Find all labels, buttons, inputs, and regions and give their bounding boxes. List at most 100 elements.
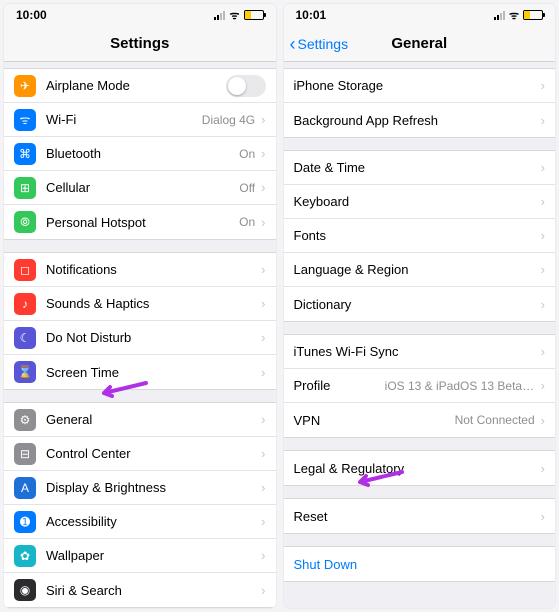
row-label: Wi-Fi [46,112,202,127]
chevron-right-icon: › [261,548,265,563]
row-wallpaper[interactable]: ✿ Wallpaper› [4,539,276,573]
row-reset[interactable]: Reset› [284,499,556,533]
chevron-right-icon: › [541,262,545,277]
row-dictionary[interactable]: Dictionary› [284,287,556,321]
chevron-right-icon: › [541,461,545,476]
row-label: Profile [294,378,385,393]
row-cellular[interactable]: ⊞CellularOff› [4,171,276,205]
sounds-icon: ♪ [14,293,36,315]
wallpaper-icon: ✿ [14,545,36,567]
chevron-right-icon: › [261,146,265,161]
status-time: 10:00 [16,8,47,22]
row-label: Bluetooth [46,146,239,161]
page-title: General [391,35,447,52]
row-airplane-mode[interactable]: ✈ Airplane Mode [4,69,276,103]
row-date-time[interactable]: Date & Time› [284,151,556,185]
row-label: Legal & Regulatory [294,461,541,476]
general-list[interactable]: iPhone Storage›Background App Refresh› D… [284,62,556,608]
row-control-center[interactable]: ⊟Control Center› [4,437,276,471]
chevron-right-icon: › [261,412,265,427]
status-indicators: ᯤ [494,8,543,23]
settings-list[interactable]: ✈Airplane ModeᯤWi-FiDialog 4G›⌘Bluetooth… [4,62,276,608]
chevron-right-icon: › [261,296,265,311]
status-indicators: ᯤ [214,8,263,23]
row-label: VPN [294,413,455,428]
row-label: Display & Brightness [46,480,261,495]
row-label: Date & Time [294,160,541,175]
row-keyboard[interactable]: Keyboard› [284,185,556,219]
row-label: Notifications [46,262,261,277]
bluetooth-icon: ⌘ [14,143,36,165]
chevron-right-icon: › [261,446,265,461]
row-label: Accessibility [46,514,261,529]
row-vpn[interactable]: VPNNot Connected › [284,403,556,437]
chevron-right-icon: › [261,480,265,495]
chevron-right-icon: › [261,112,265,127]
row-general[interactable]: ⚙General› [4,403,276,437]
dnd-icon: ☾ [14,327,36,349]
battery-icon [244,10,264,20]
row-personal-hotspot[interactable]: ⦾Personal HotspotOn› [4,205,276,239]
row-iphone-storage[interactable]: iPhone Storage› [284,69,556,103]
toggle-switch[interactable] [226,75,266,97]
row-do-not-disturb[interactable]: ☾ Do Not Disturb› [4,321,276,355]
row-screen-time[interactable]: ⌛Screen Time› [4,355,276,389]
row-label: Keyboard [294,194,541,209]
page-title: Settings [110,35,169,52]
shutdown-label: Shut Down [294,557,546,572]
nav-bar: ‹ Settings General [284,26,556,62]
row-label: iTunes Wi-Fi Sync [294,344,541,359]
back-label: Settings [298,36,349,52]
row-profile[interactable]: ProfileiOS 13 & iPadOS 13 Beta Software … [284,369,556,403]
row-wi-fi[interactable]: ᯤWi-FiDialog 4G› [4,103,276,137]
status-time: 10:01 [296,8,327,22]
row-display-brightness[interactable]: A Display & Brightness› [4,471,276,505]
chevron-right-icon: › [261,262,265,277]
row-label: Wallpaper [46,548,261,563]
row-bluetooth[interactable]: ⌘BluetoothOn› [4,137,276,171]
airplane-icon: ✈ [14,75,36,97]
group-notifications: ◻Notifications›♪Sounds & Haptics›☾Do Not… [4,252,276,390]
row-itunes-wi-fi-sync[interactable]: iTunes Wi-Fi Sync› [284,335,556,369]
chevron-right-icon: › [541,78,545,93]
row-fonts[interactable]: Fonts› [284,219,556,253]
chevron-right-icon: › [541,344,545,359]
shutdown-row[interactable]: Shut Down [284,547,556,581]
group-locale: Date & Time›Keyboard›Fonts›Language & Re… [284,150,556,322]
row-language-region[interactable]: Language & Region› [284,253,556,287]
display-icon: A [14,477,36,499]
row-sounds-haptics[interactable]: ♪Sounds & Haptics› [4,287,276,321]
row-detail: Dialog 4G [202,113,255,127]
row-detail: Not Connected [455,413,535,427]
screentime-icon: ⌛ [14,361,36,383]
nav-bar: Settings [4,26,276,62]
chevron-right-icon: › [261,583,265,598]
row-label: Airplane Mode [46,78,226,93]
chevron-right-icon: › [261,330,265,345]
group-sync: iTunes Wi-Fi Sync›ProfileiOS 13 & iPadOS… [284,334,556,438]
chevron-right-icon: › [541,297,545,312]
row-siri-search[interactable]: ◉Siri & Search› [4,573,276,607]
row-label: Do Not Disturb [46,330,261,345]
chevron-right-icon: › [261,180,265,195]
chevron-right-icon: › [541,413,545,428]
chevron-right-icon: › [541,378,545,393]
notifications-icon: ◻ [14,259,36,281]
row-label: iPhone Storage [294,78,541,93]
battery-icon [523,10,543,20]
row-notifications[interactable]: ◻ Notifications› [4,253,276,287]
group-reset: Reset› [284,498,556,534]
row-label: Background App Refresh [294,113,541,128]
general-icon: ⚙ [14,409,36,431]
group-legal: Legal & Regulatory› [284,450,556,486]
back-button[interactable]: ‹ Settings [290,35,349,53]
row-detail: Off [239,181,255,195]
row-label: Control Center [46,446,261,461]
row-legal-regulatory[interactable]: Legal & Regulatory› [284,451,556,485]
group-shutdown: Shut Down [284,546,556,582]
row-detail: On [239,215,255,229]
status-bar: 10:00 ᯤ [4,4,276,26]
row-background-app-refresh[interactable]: Background App Refresh› [284,103,556,137]
accessibility-icon: ➊ [14,511,36,533]
chevron-right-icon: › [541,194,545,209]
